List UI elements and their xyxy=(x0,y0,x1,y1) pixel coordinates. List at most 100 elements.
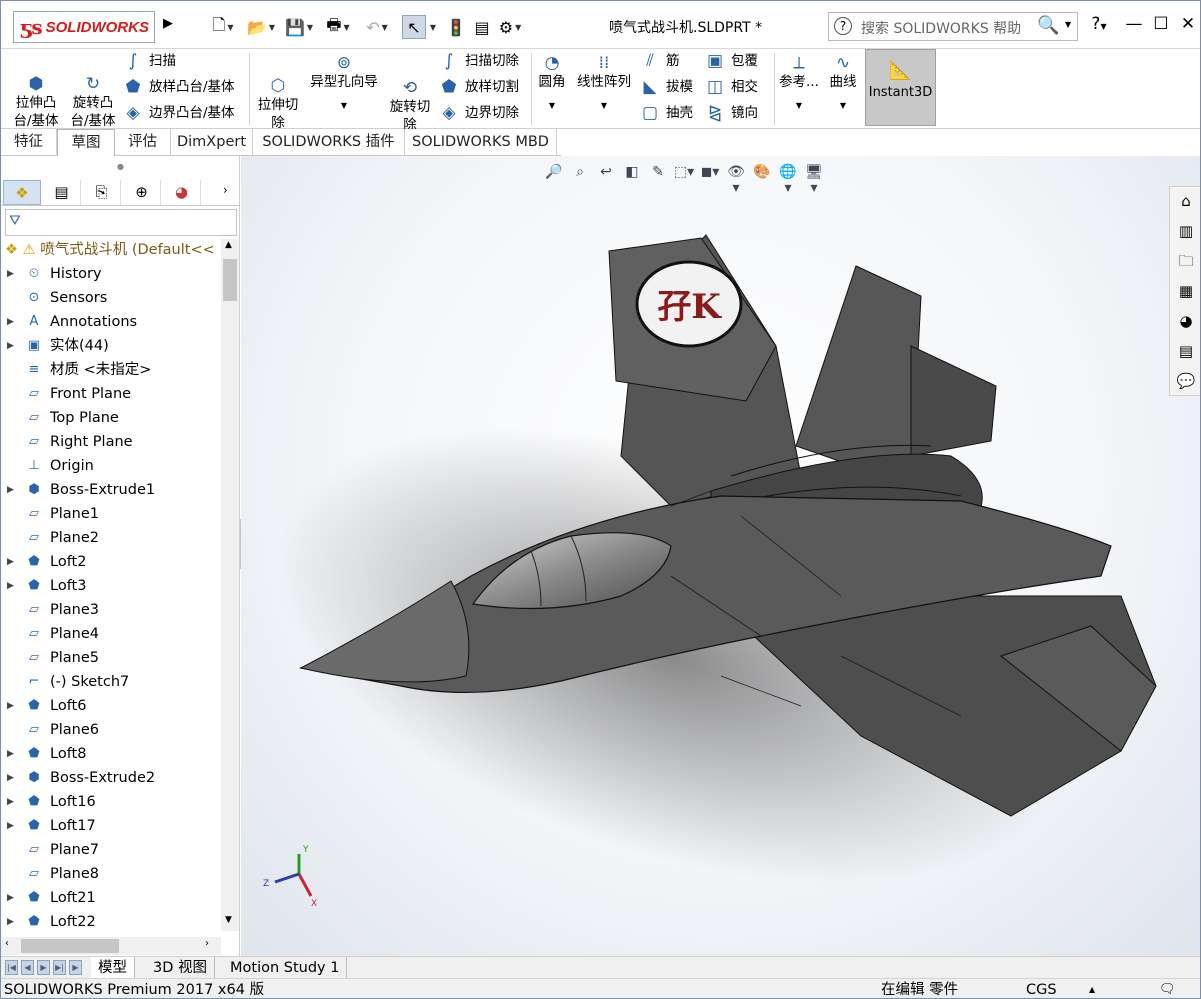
linear-pattern-button[interactable]: ⁞⁞ 线性阵列 ▼ xyxy=(574,54,634,115)
tree-item[interactable]: ▱ Plane2 xyxy=(1,526,221,550)
mirror-button[interactable]: ⧎ 镜向 xyxy=(705,104,758,122)
scroll-left-icon[interactable]: ‹ xyxy=(5,938,9,949)
tree-item[interactable]: ▶ ⬟ Loft8 xyxy=(1,742,221,766)
hole-wizard-button[interactable]: ⊚ 异型孔向导 ▼ xyxy=(306,54,382,115)
tree-item[interactable]: ▱ Top Plane xyxy=(1,406,221,430)
tree-item[interactable]: ▶ ⬟ Loft3 xyxy=(1,574,221,598)
quick-tips-icon[interactable]: 🗨 xyxy=(1159,979,1176,998)
scroll-thumb[interactable] xyxy=(21,939,119,953)
expand-arrow-icon[interactable]: ▶ xyxy=(7,310,14,334)
search-icon[interactable]: 🔍 xyxy=(1037,15,1059,36)
scroll-right-icon[interactable]: › xyxy=(205,938,209,949)
jet-fighter-model[interactable]: 孖K Y X Z xyxy=(241,156,1201,956)
rib-button[interactable]: ⫽ 筋 xyxy=(640,52,679,70)
intersect-button[interactable]: ◫ 相交 xyxy=(705,78,758,96)
tree-item[interactable]: ⌐ (-) Sketch7 xyxy=(1,670,221,694)
tree-item[interactable]: ▱ Plane1 xyxy=(1,502,221,526)
undo-button[interactable]: ↶ ▼ xyxy=(362,15,392,39)
last-tab-icon[interactable]: ▶| xyxy=(53,960,66,975)
scroll-thumb[interactable] xyxy=(223,259,237,301)
select-button[interactable]: ↖ xyxy=(402,15,426,39)
curves-button[interactable]: ∿ 曲线 ▼ xyxy=(826,54,860,115)
chevron-right-icon[interactable]: › xyxy=(223,183,228,197)
tree-item[interactable]: ⊥ Origin xyxy=(1,454,221,478)
tab-features[interactable]: 特征 xyxy=(1,129,57,156)
extrude-cut-button[interactable]: ⬡ 拉伸切 除 xyxy=(255,59,301,132)
tree-root-part[interactable]: ❖ ⚠ 喷气式战斗机 (Default<< xyxy=(1,239,221,261)
reference-geometry-button[interactable]: ⟂ 参考... ▼ xyxy=(779,54,819,115)
tree-item[interactable]: ▶ ⬟ Loft22 xyxy=(1,910,221,934)
options-button[interactable]: ⚙ ▼ xyxy=(495,15,525,39)
loft-boss-button[interactable]: ⬟ 放样凸台/基体 xyxy=(123,78,235,96)
dimxpert-manager-tab[interactable]: ⊕ xyxy=(123,180,161,205)
tab-evaluate[interactable]: 评估 xyxy=(115,129,171,156)
tab-dimxpert[interactable]: DimXpert xyxy=(171,129,253,156)
forum-icon[interactable]: 💬 xyxy=(1173,369,1199,393)
appearances-icon[interactable]: ◕ xyxy=(1173,309,1199,333)
tab-model[interactable]: 模型 xyxy=(91,957,135,979)
expand-arrow-icon[interactable]: ▶ xyxy=(7,886,14,910)
tree-item[interactable]: ▶ ⬢ Boss-Extrude1 xyxy=(1,478,221,502)
select-dropdown[interactable]: ▼ xyxy=(425,15,439,39)
tree-item[interactable]: ▶ ▣ 实体(44) xyxy=(1,334,221,358)
tree-item[interactable]: ▶ ⏲ History xyxy=(1,262,221,286)
tab-list-icon[interactable]: ▶ xyxy=(69,960,82,975)
tree-item[interactable]: ▶ ⬟ Loft17 xyxy=(1,814,221,838)
menu-expand-arrow-icon[interactable]: ▶ xyxy=(161,16,175,36)
custom-properties-icon[interactable]: ▤ xyxy=(1173,339,1199,363)
expand-arrow-icon[interactable]: ▶ xyxy=(7,334,14,358)
scroll-up-icon[interactable]: ▲ xyxy=(225,240,232,250)
graphics-viewport[interactable]: 🔎 ⌕ ↩ ◧ ✎ ⬚▾ ◼▾ 👁▾ 🎨 🌐▾ 🖥▾ 孖K Y X Z ⌂ ▥ … xyxy=(241,156,1201,956)
sweep-button[interactable]: ∫ 扫描 xyxy=(123,52,176,70)
expand-arrow-icon[interactable]: ▶ xyxy=(7,550,14,574)
solidworks-logo[interactable]: ƽs SOLIDWORKS xyxy=(13,11,155,43)
next-tab-icon[interactable]: ▶ xyxy=(37,960,50,975)
tree-vertical-scrollbar[interactable]: ▲ ▼ xyxy=(221,239,239,931)
save-button[interactable]: 💾 ▼ xyxy=(284,15,314,39)
wrap-button[interactable]: ▣ 包覆 xyxy=(705,52,758,70)
solidworks-resources-icon[interactable]: ⌂ xyxy=(1173,189,1199,213)
maximize-button[interactable]: ☐ xyxy=(1148,14,1174,34)
prev-tab-icon[interactable]: ◀ xyxy=(21,960,34,975)
chevron-down-icon[interactable]: ▼ xyxy=(1065,20,1071,29)
boundary-cut-button[interactable]: ◈ 边界切除 xyxy=(439,104,519,122)
tree-item[interactable]: ▶ ⬟ Loft6 xyxy=(1,694,221,718)
help-menu-button[interactable]: ?▼ xyxy=(1086,14,1112,34)
tab-sketch[interactable]: 草图 xyxy=(57,129,115,156)
coordinate-triad[interactable]: Y X Z xyxy=(263,845,317,909)
extrude-boss-button[interactable]: ⬢ 拉伸凸 台/基体 xyxy=(11,57,61,130)
configuration-manager-tab[interactable]: ⎘ xyxy=(83,180,121,205)
tree-item[interactable]: ≡ 材质 <未指定> xyxy=(1,358,221,382)
tree-horizontal-scrollbar[interactable]: ‹ › xyxy=(1,937,221,955)
tree-item[interactable]: ▶ A Annotations xyxy=(1,310,221,334)
tab-3d-views[interactable]: 3D 视图 xyxy=(146,957,215,979)
tree-item[interactable]: ⊙ Sensors xyxy=(1,286,221,310)
tree-item[interactable]: ▱ Front Plane xyxy=(1,382,221,406)
minimize-button[interactable]: — xyxy=(1121,14,1147,34)
tree-item[interactable]: ▶ ⬟ Loft2 xyxy=(1,550,221,574)
chevron-up-icon[interactable]: ▲ xyxy=(1089,979,1095,998)
print-button[interactable]: 🖶 ▼ xyxy=(323,15,353,39)
new-document-button[interactable]: 🗋 ▼ xyxy=(208,15,238,39)
expand-arrow-icon[interactable]: ▶ xyxy=(7,910,14,934)
expand-arrow-icon[interactable]: ▶ xyxy=(7,814,14,838)
tree-item[interactable]: ▱ Right Plane xyxy=(1,430,221,454)
help-search-box[interactable]: ? 搜索 SOLIDWORKS 帮助 🔍 ▼ xyxy=(828,12,1078,41)
expand-arrow-icon[interactable]: ▶ xyxy=(7,262,14,286)
tree-item[interactable]: ▱ Plane3 xyxy=(1,598,221,622)
close-button[interactable]: ✕ xyxy=(1175,14,1200,34)
tree-item[interactable]: ▶ ⬢ Boss-Extrude2 xyxy=(1,766,221,790)
tree-item[interactable]: ▱ Plane7 xyxy=(1,838,221,862)
view-palette-icon[interactable]: ▦ xyxy=(1173,279,1199,303)
tree-item[interactable]: ▱ Plane6 xyxy=(1,718,221,742)
boundary-boss-button[interactable]: ◈ 边界凸台/基体 xyxy=(123,104,234,122)
expand-arrow-icon[interactable]: ▶ xyxy=(7,766,14,790)
tab-motion-study[interactable]: Motion Study 1 xyxy=(223,957,348,979)
loft-cut-button[interactable]: ⬟ 放样切割 xyxy=(439,78,519,96)
tree-item[interactable]: ▱ Plane4 xyxy=(1,622,221,646)
expand-arrow-icon[interactable]: ▶ xyxy=(7,742,14,766)
expand-arrow-icon[interactable]: ▶ xyxy=(7,790,14,814)
tree-item[interactable]: ▱ Plane5 xyxy=(1,646,221,670)
expand-arrow-icon[interactable]: ▶ xyxy=(7,694,14,718)
tree-item[interactable]: ▱ Plane8 xyxy=(1,862,221,886)
